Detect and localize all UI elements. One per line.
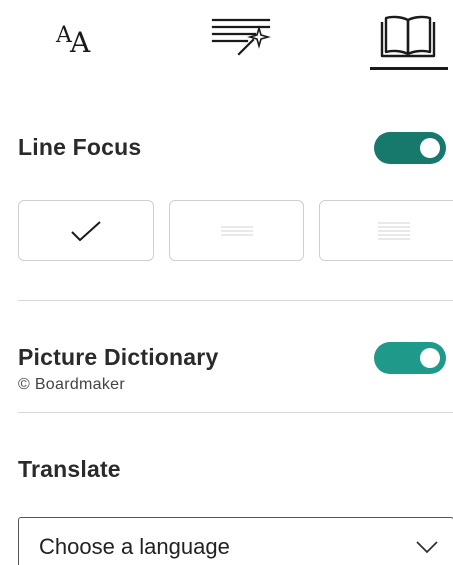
line-focus-toggle[interactable]: [374, 132, 446, 164]
picture-dictionary-title: Picture Dictionary: [18, 344, 219, 370]
language-select-value: Choose a language: [39, 534, 230, 559]
language-select[interactable]: Choose a language: [18, 517, 453, 565]
selected-tab-indicator: [370, 67, 448, 70]
text-size-icon: A A: [55, 23, 91, 56]
translate-title: Translate: [18, 456, 121, 482]
line-focus-option-three-lines[interactable]: [169, 200, 304, 261]
divider: [18, 300, 453, 301]
tab-text-preferences[interactable]: A A: [42, 6, 114, 66]
picture-dictionary-toggle[interactable]: [374, 342, 446, 374]
line-focus-option-five-lines[interactable]: [319, 200, 453, 261]
tab-grammar-options[interactable]: [202, 6, 280, 66]
boardmaker-credit: © Boardmaker: [18, 376, 125, 393]
toggle-knob: [420, 138, 440, 158]
three-lines-icon: [220, 225, 253, 236]
divider: [18, 412, 453, 413]
tab-reading-preferences[interactable]: [368, 6, 448, 66]
toggle-knob: [420, 348, 440, 368]
svg-text:A: A: [69, 26, 91, 56]
checkmark-icon: [71, 220, 101, 241]
chevron-down-icon: [416, 541, 438, 554]
open-book-icon: [380, 15, 436, 58]
tab-bar: A A: [0, 0, 453, 72]
grammar-magic-icon: [211, 18, 271, 56]
line-focus-title: Line Focus: [18, 134, 142, 160]
line-focus-option-off[interactable]: [18, 200, 154, 261]
five-lines-icon: [378, 221, 410, 240]
